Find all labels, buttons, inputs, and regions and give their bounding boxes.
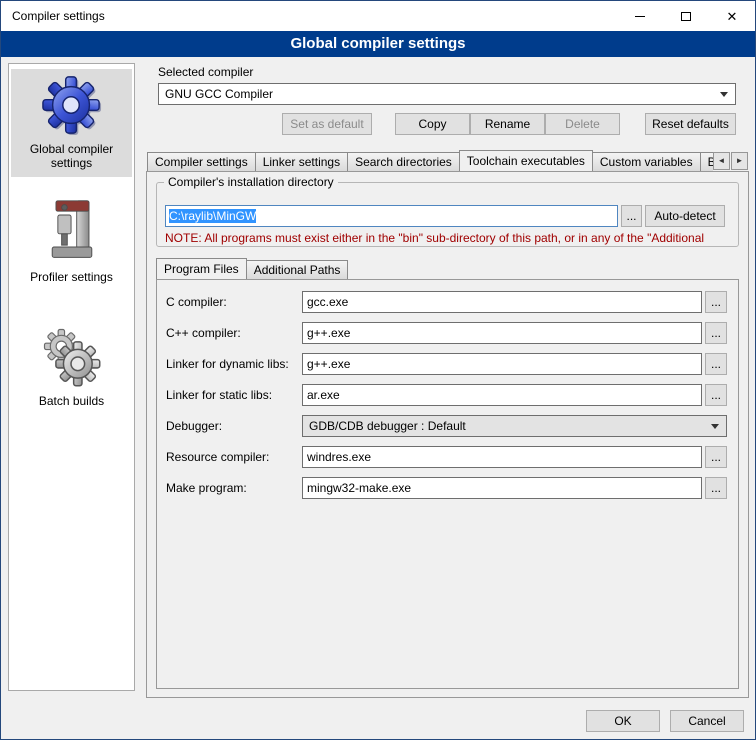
sidebar-item-label: Global compiler settings bbox=[13, 142, 130, 170]
tab-additional-paths[interactable]: Additional Paths bbox=[246, 260, 349, 279]
global-settings-gear-icon bbox=[13, 74, 130, 139]
selected-compiler-label: Selected compiler bbox=[158, 65, 253, 79]
tab-build-options[interactable]: Build bbox=[700, 152, 713, 171]
main-tab-strip: Compiler settings Linker settings Search… bbox=[147, 150, 713, 171]
minimize-icon bbox=[635, 16, 645, 17]
profiler-icon bbox=[13, 198, 130, 267]
sidebar: Global compiler settings bbox=[8, 63, 135, 691]
make-program-label: Make program: bbox=[166, 481, 302, 495]
resource-compiler-input[interactable] bbox=[302, 446, 702, 468]
selected-compiler-select[interactable]: GNU GCC Compiler bbox=[158, 83, 736, 105]
cpp-compiler-browse-button[interactable]: ... bbox=[705, 322, 727, 344]
linker-static-input[interactable] bbox=[302, 384, 702, 406]
program-pages-tab-strip: Program Files Additional Paths bbox=[156, 258, 556, 279]
installation-directory-value: C:\raylib\MinGW bbox=[169, 209, 256, 223]
field-row-linker-dynamic: Linker for dynamic libs: ... bbox=[166, 353, 738, 375]
selected-compiler-value: GNU GCC Compiler bbox=[165, 87, 273, 101]
close-icon: ✕ bbox=[727, 10, 738, 23]
tab-custom-variables[interactable]: Custom variables bbox=[592, 152, 701, 171]
window-title: Compiler settings bbox=[1, 9, 105, 23]
minimize-button[interactable] bbox=[617, 1, 663, 31]
installation-directory-browse-button[interactable]: ... bbox=[621, 205, 642, 227]
linker-static-label: Linker for static libs: bbox=[166, 388, 302, 402]
field-row-c-compiler: C compiler: ... bbox=[166, 291, 738, 313]
field-row-resource-compiler: Resource compiler: ... bbox=[166, 446, 738, 468]
linker-dynamic-label: Linker for dynamic libs: bbox=[166, 357, 302, 371]
close-button[interactable]: ✕ bbox=[709, 1, 755, 31]
titlebar: Compiler settings ✕ bbox=[1, 1, 755, 31]
dialog-header: Global compiler settings bbox=[1, 31, 755, 57]
linker-static-browse-button[interactable]: ... bbox=[705, 384, 727, 406]
tab-scroll-left-button[interactable]: ◄ bbox=[713, 152, 730, 170]
debugger-select[interactable]: GDB/CDB debugger : Default bbox=[302, 415, 727, 437]
tab-toolchain-executables[interactable]: Toolchain executables bbox=[459, 150, 593, 171]
tab-compiler-settings[interactable]: Compiler settings bbox=[147, 152, 256, 171]
maximize-button[interactable] bbox=[663, 1, 709, 31]
field-row-linker-static: Linker for static libs: ... bbox=[166, 384, 738, 406]
tab-search-directories[interactable]: Search directories bbox=[347, 152, 460, 171]
sidebar-item-label: Profiler settings bbox=[13, 270, 130, 284]
debugger-value: GDB/CDB debugger : Default bbox=[309, 419, 466, 433]
compiler-settings-window: Compiler settings ✕ Global compiler sett… bbox=[0, 0, 756, 740]
field-row-cpp-compiler: C++ compiler: ... bbox=[166, 322, 738, 344]
tab-scroll-right-button[interactable]: ► bbox=[731, 152, 748, 170]
batch-builds-gears-icon bbox=[13, 326, 130, 391]
bin-subdirectory-note: NOTE: All programs must exist either in … bbox=[165, 231, 735, 245]
debugger-label: Debugger: bbox=[166, 419, 302, 433]
make-program-input[interactable] bbox=[302, 477, 702, 499]
rename-button[interactable]: Rename bbox=[470, 113, 545, 135]
maximize-icon bbox=[681, 12, 691, 21]
chevron-down-icon bbox=[720, 92, 728, 97]
auto-detect-button[interactable]: Auto-detect bbox=[645, 205, 725, 227]
field-row-make-program: Make program: ... bbox=[166, 477, 738, 499]
resource-compiler-label: Resource compiler: bbox=[166, 450, 302, 464]
ok-button[interactable]: OK bbox=[586, 710, 660, 732]
c-compiler-browse-button[interactable]: ... bbox=[705, 291, 727, 313]
cpp-compiler-input[interactable] bbox=[302, 322, 702, 344]
tab-program-files[interactable]: Program Files bbox=[156, 258, 247, 279]
linker-dynamic-input[interactable] bbox=[302, 353, 702, 375]
make-program-browse-button[interactable]: ... bbox=[705, 477, 727, 499]
installation-directory-input[interactable]: C:\raylib\MinGW bbox=[165, 205, 618, 227]
sidebar-item-batch-builds[interactable]: Batch builds bbox=[11, 321, 132, 415]
sidebar-item-label: Batch builds bbox=[13, 394, 130, 408]
delete-button[interactable]: Delete bbox=[545, 113, 620, 135]
copy-button[interactable]: Copy bbox=[395, 113, 470, 135]
sidebar-item-global-compiler-settings[interactable]: Global compiler settings bbox=[11, 69, 132, 177]
tab-linker-settings[interactable]: Linker settings bbox=[255, 152, 348, 171]
cpp-compiler-label: C++ compiler: bbox=[166, 326, 302, 340]
c-compiler-label: C compiler: bbox=[166, 295, 302, 309]
c-compiler-input[interactable] bbox=[302, 291, 702, 313]
installation-directory-group: Compiler's installation directory C:\ray… bbox=[156, 182, 739, 247]
cancel-button[interactable]: Cancel bbox=[670, 710, 744, 732]
resource-compiler-browse-button[interactable]: ... bbox=[705, 446, 727, 468]
chevron-down-icon bbox=[711, 424, 719, 429]
set-as-default-button[interactable]: Set as default bbox=[282, 113, 372, 135]
window-controls: ✕ bbox=[617, 1, 755, 31]
field-row-debugger: Debugger: GDB/CDB debugger : Default bbox=[166, 415, 738, 437]
installation-directory-group-title: Compiler's installation directory bbox=[164, 175, 338, 189]
linker-dynamic-browse-button[interactable]: ... bbox=[705, 353, 727, 375]
sidebar-item-profiler-settings[interactable]: Profiler settings bbox=[11, 193, 132, 291]
reset-defaults-button[interactable]: Reset defaults bbox=[645, 113, 736, 135]
program-files-panel: C compiler: ... C++ compiler: ... Linker… bbox=[156, 279, 739, 689]
